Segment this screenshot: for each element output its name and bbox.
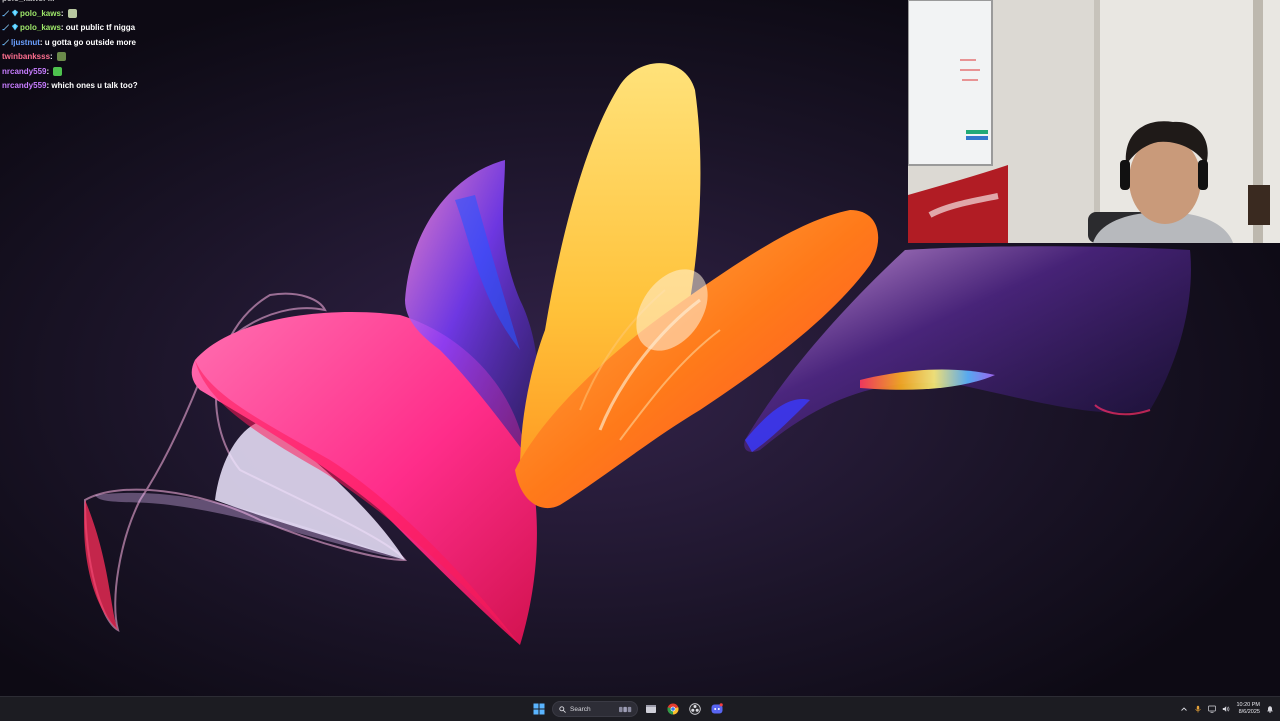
task-view-icon — [646, 705, 656, 713]
obs-icon — [689, 703, 701, 715]
chat-separator: : — [46, 66, 52, 76]
tray-overflow-button[interactable] — [1180, 705, 1188, 713]
chat-username[interactable]: nrcandy559 — [2, 67, 46, 76]
chat-username[interactable]: nrcandy559 — [2, 81, 46, 90]
chat-separator: : — [60, 8, 66, 18]
chat-message: ljustnut: u gotta go outside more — [2, 36, 302, 51]
chat-text: out public tf nigga — [65, 23, 136, 32]
chat-text: u gotta go outside more — [44, 37, 136, 47]
notifications-button[interactable] — [1266, 705, 1274, 713]
chat-partial-line: polo_kaws: ... — [2, 0, 302, 7]
search-highlight-icon — [619, 706, 632, 712]
system-tray: 10:20 PM 8/6/2025 — [1180, 700, 1274, 718]
chat-message: polo_kaws: — [2, 7, 302, 22]
chat-separator: : — [50, 52, 55, 61]
task-view-button[interactable] — [642, 700, 660, 718]
whiteboard — [908, 0, 993, 166]
chat-text: which ones u talk too? — [51, 81, 138, 90]
gem-badge-icon — [11, 9, 19, 17]
chat-message: twinbanksss: — [2, 50, 302, 65]
clock-time: 10:20 PM — [1236, 702, 1260, 708]
taskbar-clock[interactable]: 10:20 PM 8/6/2025 — [1236, 702, 1260, 716]
network-icon — [1208, 705, 1217, 713]
obs-button[interactable] — [686, 700, 704, 718]
chat-message: nrcandy559: — [2, 65, 302, 80]
chevron-up-icon — [1181, 707, 1188, 711]
sword-badge-icon — [2, 38, 10, 46]
chat-message: polo_kaws: out public tf nigga — [2, 21, 302, 36]
taskbar-apps: Search — [530, 700, 726, 718]
sword-badge-icon — [2, 9, 10, 17]
taskbar-search[interactable]: Search — [552, 701, 638, 717]
chat-username[interactable]: twinbanksss — [2, 52, 50, 61]
chat-username[interactable]: polo_kaws — [20, 9, 61, 18]
search-icon — [559, 705, 566, 713]
windows-start-button[interactable] — [530, 700, 548, 718]
discord-icon — [711, 703, 723, 714]
discord-button[interactable] — [708, 700, 726, 718]
network-button[interactable] — [1208, 705, 1217, 713]
webcam-overlay — [908, 0, 1280, 243]
windows-start-icon — [533, 703, 545, 715]
speaker-icon — [1223, 706, 1230, 712]
chat-username[interactable]: polo_kaws — [20, 23, 61, 32]
microphone-button[interactable] — [1194, 705, 1202, 713]
chrome-button[interactable] — [664, 700, 682, 718]
microphone-icon — [1195, 705, 1202, 713]
image-emote — [67, 8, 77, 18]
frog-emote — [56, 52, 66, 61]
bell-icon — [1267, 706, 1273, 713]
chat-message: nrcandy559: which ones u talk too? — [2, 79, 302, 94]
sword-badge-icon — [2, 23, 10, 31]
chat-overlay: polo_kaws: ...polo_kaws: polo_kaws: out … — [2, 0, 302, 94]
chat-username[interactable]: ljustnut — [11, 38, 40, 47]
chrome-icon — [667, 703, 679, 715]
search-label: Search — [570, 705, 591, 713]
gem-badge-icon — [11, 23, 19, 31]
clock-date: 8/6/2025 — [1238, 709, 1260, 715]
volume-button[interactable] — [1222, 705, 1230, 713]
taskbar: Search 10:20 PM 8/6/2025 — [0, 696, 1280, 721]
green-emote — [53, 66, 63, 76]
